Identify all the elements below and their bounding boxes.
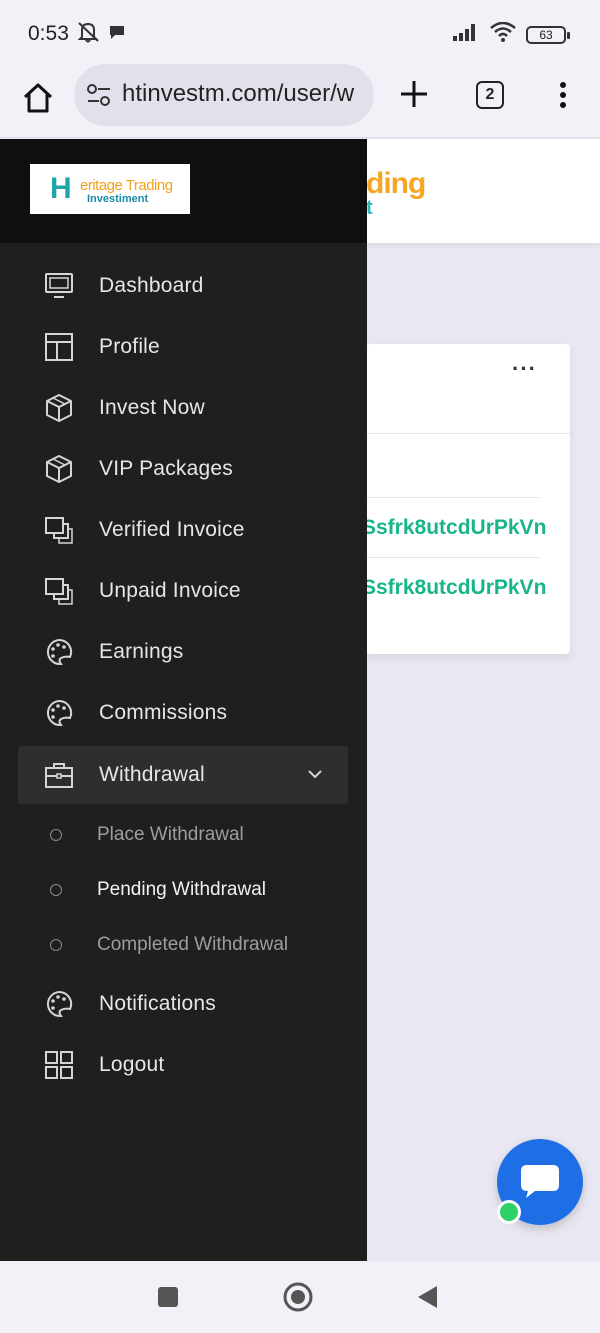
chat-bubble-icon — [108, 23, 126, 46]
url-text[interactable]: htinvestm.com/user/w — [122, 80, 366, 108]
copy-icon — [44, 515, 74, 545]
tab-switcher-button[interactable]: 2 — [476, 81, 504, 109]
divider — [366, 557, 540, 558]
system-nav-bar — [0, 1261, 600, 1333]
sidebar-item-label: Unpaid Invoice — [99, 579, 241, 602]
sidebar-item-invest-now[interactable]: Invest Now — [18, 379, 348, 437]
circle-bullet-icon — [50, 829, 62, 841]
sidebar-item-withdrawal[interactable]: Withdrawal — [18, 746, 348, 804]
sidebar-item-label: Profile — [99, 335, 160, 358]
brand-logo[interactable]: H eritage Trading Investiment — [30, 164, 190, 214]
page-logo-fragment: ding — [366, 167, 426, 200]
site-settings-icon[interactable] — [86, 83, 112, 112]
sidebar-item-label: Earnings — [99, 640, 184, 663]
monitor-icon — [44, 271, 74, 301]
battery-icon: 63 — [526, 25, 570, 44]
new-tab-icon[interactable] — [398, 78, 430, 110]
palette-icon — [44, 637, 74, 667]
chevron-down-icon — [306, 765, 324, 788]
live-chat-button[interactable] — [497, 1139, 583, 1225]
copy-icon — [44, 576, 74, 606]
sidebar: H eritage Trading Investiment Dashboard … — [0, 139, 367, 1261]
page-header: ding t — [366, 139, 600, 243]
circle-bullet-icon — [50, 884, 62, 896]
online-status-dot — [497, 1200, 521, 1224]
sidebar-item-label: Verified Invoice — [99, 518, 245, 541]
submenu-item-place-withdrawal[interactable]: Place Withdrawal — [50, 815, 350, 855]
sidebar-header: H eritage Trading Investiment — [0, 139, 367, 243]
signal-icon — [452, 22, 480, 47]
sidebar-item-label: Logout — [99, 1053, 165, 1076]
divider — [366, 433, 570, 434]
sidebar-item-earnings[interactable]: Earnings — [18, 623, 348, 681]
address-bar[interactable]: htinvestm.com/user/w — [74, 64, 374, 126]
box-icon — [44, 454, 74, 484]
submenu-item-label: Pending Withdrawal — [97, 879, 266, 900]
recents-icon[interactable] — [157, 1286, 179, 1313]
home-circle-icon[interactable] — [282, 1281, 314, 1318]
status-time: 0:53 — [28, 22, 69, 45]
divider — [366, 497, 540, 498]
more-menu-icon[interactable] — [553, 80, 573, 110]
status-bar: 0:53 63 — [0, 0, 600, 64]
layout-icon — [44, 332, 74, 362]
circle-bullet-icon — [50, 939, 62, 951]
submenu-item-completed-withdrawal[interactable]: Completed Withdrawal — [50, 925, 350, 965]
back-icon[interactable] — [415, 1284, 439, 1315]
sidebar-item-label: Notifications — [99, 992, 216, 1015]
sidebar-item-label: VIP Packages — [99, 457, 233, 480]
sidebar-item-label: Invest Now — [99, 396, 205, 419]
submenu-item-label: Place Withdrawal — [97, 824, 244, 845]
palette-icon — [44, 698, 74, 728]
wallet-address: Ssfrk8utcdUrPkVn — [362, 576, 547, 599]
chat-icon — [521, 1165, 559, 1198]
sidebar-item-verified-invoice[interactable]: Verified Invoice — [18, 501, 348, 559]
wallet-address: Ssfrk8utcdUrPkVn — [362, 516, 547, 539]
sidebar-item-vip-packages[interactable]: VIP Packages — [18, 440, 348, 498]
box-icon — [44, 393, 74, 423]
sidebar-item-label: Commissions — [99, 701, 228, 724]
sidebar-item-commissions[interactable]: Commissions — [18, 684, 348, 742]
card-more-button[interactable]: ··· — [512, 358, 537, 380]
sidebar-item-dashboard[interactable]: Dashboard — [18, 257, 348, 315]
submenu-item-label: Completed Withdrawal — [97, 934, 289, 955]
palette-icon — [44, 989, 74, 1019]
sidebar-item-profile[interactable]: Profile — [18, 318, 348, 376]
browser-toolbar: htinvestm.com/user/w 2 — [0, 64, 600, 138]
sidebar-item-logout[interactable]: Logout — [18, 1036, 348, 1094]
wifi-icon — [490, 21, 516, 47]
briefcase-icon — [44, 760, 74, 790]
sidebar-item-label: Withdrawal — [99, 763, 205, 786]
wallet-card: ··· Ssfrk8utcdUrPkVn Ssfrk8utcdUrPkVn — [362, 344, 570, 654]
grid-icon — [44, 1050, 74, 1080]
mute-icon — [76, 21, 102, 48]
submenu-item-pending-withdrawal[interactable]: Pending Withdrawal — [50, 870, 350, 910]
sidebar-item-notifications[interactable]: Notifications — [18, 975, 348, 1033]
sidebar-item-unpaid-invoice[interactable]: Unpaid Invoice — [18, 562, 348, 620]
sidebar-item-label: Dashboard — [99, 274, 204, 297]
page-logo-fragment-sub: t — [366, 197, 373, 219]
home-icon[interactable] — [18, 78, 58, 118]
